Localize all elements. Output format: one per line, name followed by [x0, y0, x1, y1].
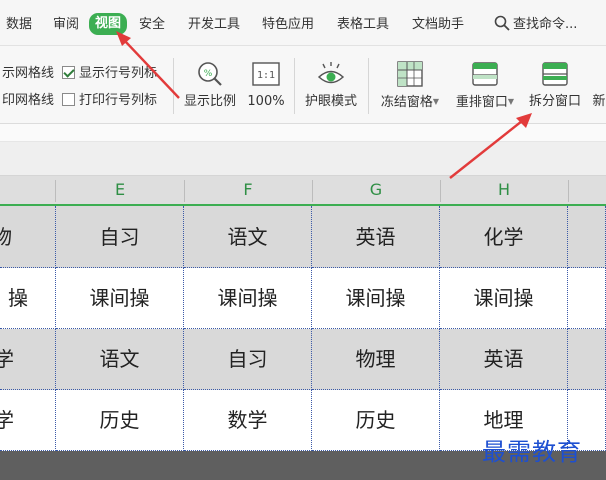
zoom-ratio-button[interactable]: % 显示比例 [180, 60, 240, 110]
split-window-icon [542, 62, 568, 86]
formula-bar[interactable] [0, 142, 606, 176]
table-cell[interactable]: 物 [0, 206, 56, 268]
print-gridlines-toggle[interactable]: 印网格线 [2, 92, 54, 110]
table-cell[interactable]: 化学 [440, 206, 568, 268]
rearrange-window-button[interactable]: 重排窗口▼ [449, 60, 521, 111]
table-cell[interactable] [568, 206, 606, 268]
show-gridlines-toggle[interactable]: 示网格线 [2, 65, 54, 83]
table-cell[interactable]: 课间操 [184, 268, 312, 329]
new-window-label: 新 [592, 94, 606, 109]
rearrange-window-label: 重排窗口▼ [455, 95, 515, 110]
menu-special-apps[interactable]: 特色应用 [262, 14, 314, 36]
table-cell[interactable]: 物理 [312, 329, 440, 390]
menu-security[interactable]: 安全 [139, 14, 165, 36]
watermark-text: 最需教育 [482, 438, 582, 466]
search-icon [494, 15, 510, 31]
rearrange-window-icon [472, 62, 498, 86]
zoom-ratio-label: 显示比例 [183, 94, 236, 109]
menu-table-tools[interactable]: 表格工具 [337, 14, 389, 36]
table-cell[interactable]: 学 [0, 390, 56, 451]
menu-bar: 数据 审阅 视图 安全 开发工具 特色应用 表格工具 文档助手 查找命令... [0, 0, 606, 46]
table-cell[interactable]: 课间操 [312, 268, 440, 329]
dropdown-caret-icon: ▼ [507, 97, 515, 106]
column-separator [568, 180, 569, 202]
one-to-one-icon: 1:1 [252, 62, 280, 86]
table-cell[interactable]: 数学 [184, 390, 312, 451]
table-cell[interactable]: 语文 [56, 329, 184, 390]
ribbon-divider [294, 58, 295, 114]
table-cell[interactable] [568, 329, 606, 390]
table-cell[interactable]: 英语 [312, 206, 440, 268]
table-cell[interactable]: 课间操 [440, 268, 568, 329]
checkbox-checked-icon [62, 66, 75, 79]
table-cell[interactable]: 英语 [440, 329, 568, 390]
menu-review[interactable]: 审阅 [53, 14, 79, 36]
print-gridlines-label: 印网格线 [2, 93, 55, 108]
zoom-100-label: 100% [247, 94, 285, 109]
print-row-col-headers-checkbox[interactable]: 打印行号列标 [62, 92, 157, 110]
menu-data[interactable]: 数据 [6, 14, 32, 36]
menu-doc-assistant[interactable]: 文档助手 [412, 14, 464, 36]
new-window-icon [591, 60, 606, 88]
column-header-f[interactable]: F [184, 176, 312, 204]
show-gridlines-label: 示网格线 [2, 66, 55, 81]
column-header-h[interactable]: H [440, 176, 568, 204]
ribbon-divider [173, 58, 174, 114]
ribbon-toolbar: 示网格线 显示行号列标 印网格线 打印行号列标 % 显示比例 1:1 100% [0, 46, 606, 124]
table-cell[interactable] [568, 268, 606, 329]
spreadsheet-grid: 物 自习 语文 英语 化学 操 课间操 课间操 课间操 课间操 学 语文 自习 … [0, 206, 606, 451]
show-row-col-headers-checkbox[interactable]: 显示行号列标 [62, 65, 157, 83]
table-cell[interactable]: 语文 [184, 206, 312, 268]
checkbox-unchecked-icon [62, 93, 75, 106]
table-cell[interactable]: 自习 [56, 206, 184, 268]
freeze-panes-icon [397, 61, 423, 87]
ribbon-bottom-strip [0, 124, 606, 142]
zoom-100-button[interactable]: 1:1 100% [244, 60, 288, 110]
split-window-label: 拆分窗口 [528, 94, 581, 109]
menu-developer-tools[interactable]: 开发工具 [188, 14, 240, 36]
eye-icon [317, 62, 345, 84]
table-cell[interactable]: 历史 [56, 390, 184, 451]
new-window-button[interactable]: 新 [591, 60, 606, 110]
print-row-col-headers-label: 打印行号列标 [79, 93, 158, 108]
freeze-panes-button[interactable]: 冻结窗格▼ [376, 60, 444, 111]
ribbon-divider [368, 58, 369, 114]
column-header-row: E F G H [0, 176, 606, 206]
column-header-e[interactable]: E [56, 176, 184, 204]
eye-protection-label: 护眼模式 [304, 94, 357, 109]
table-cell[interactable]: 历史 [312, 390, 440, 451]
split-window-button[interactable]: 拆分窗口 [523, 60, 587, 110]
command-search[interactable]: 查找命令... [494, 14, 577, 36]
command-search-label: 查找命令... [513, 17, 578, 32]
show-row-col-headers-label: 显示行号列标 [79, 66, 158, 81]
svg-text:1:1: 1:1 [257, 70, 275, 81]
freeze-panes-label: 冻结窗格▼ [380, 95, 440, 110]
dropdown-caret-icon: ▼ [432, 97, 440, 106]
svg-text:%: % [204, 69, 213, 79]
table-cell[interactable]: 自习 [184, 329, 312, 390]
zoom-magnifier-icon: % [198, 62, 222, 86]
column-header-g[interactable]: G [312, 176, 440, 204]
table-cell[interactable]: 课间操 [56, 268, 184, 329]
table-cell[interactable]: 学 [0, 329, 56, 390]
menu-view[interactable]: 视图 [89, 13, 128, 35]
eye-protection-button[interactable]: 护眼模式 [300, 60, 362, 110]
table-cell[interactable]: 操 [0, 268, 56, 329]
